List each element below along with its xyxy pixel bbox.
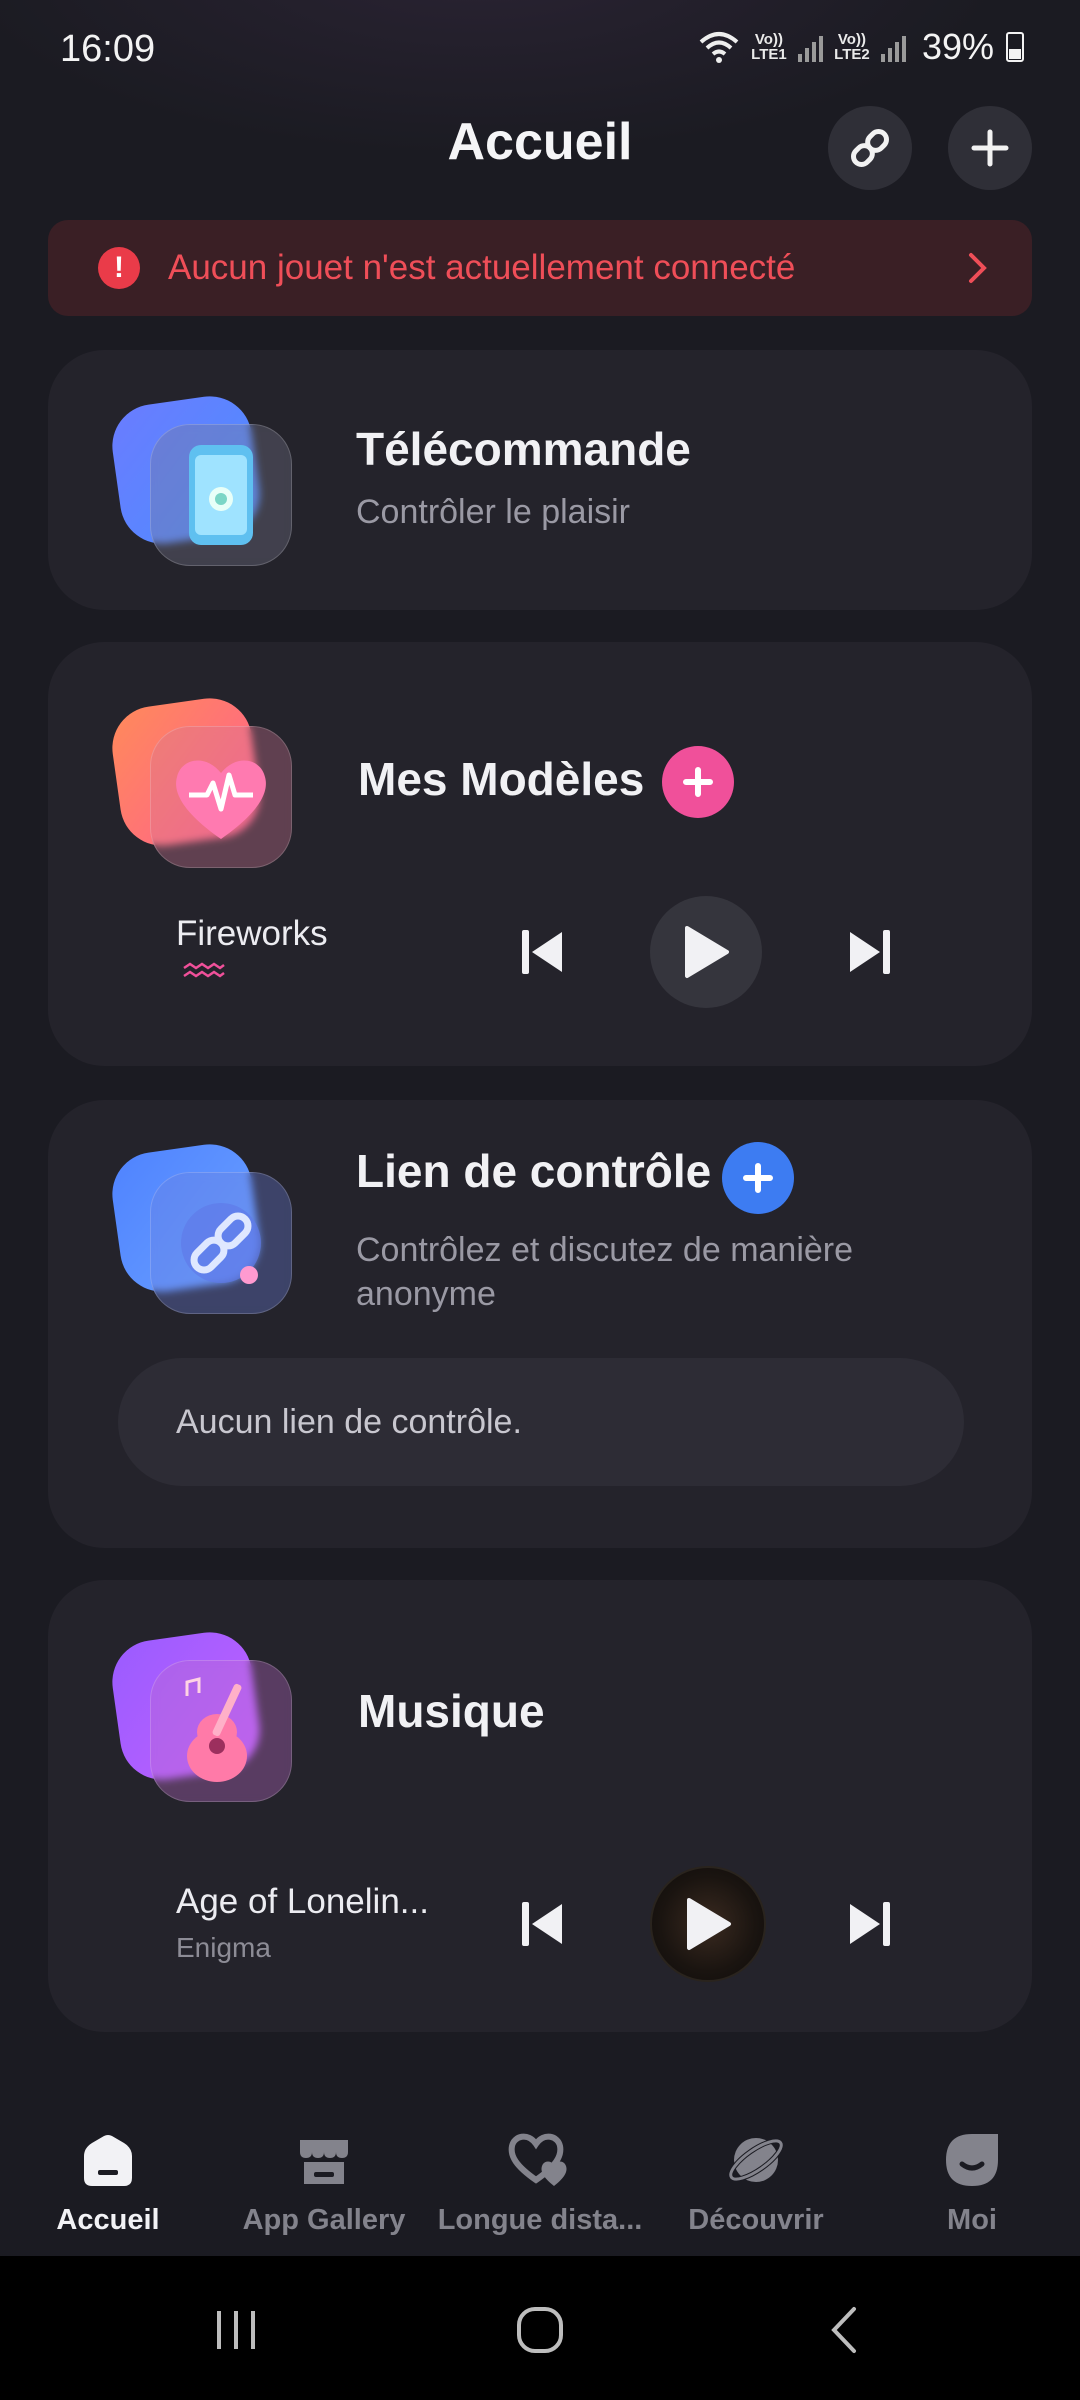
nav-item-app-gallery[interactable]: App Gallery xyxy=(216,2124,432,2237)
nav-label: Accueil xyxy=(56,2204,160,2236)
previous-icon xyxy=(522,930,562,974)
nav-item-longue-distance[interactable]: Longue dista... xyxy=(432,2124,648,2237)
next-icon xyxy=(850,930,890,974)
alert-text: Aucun jouet n'est actuellement connecté xyxy=(168,248,796,287)
warning-icon: ! xyxy=(98,247,140,289)
nav-label: App Gallery xyxy=(242,2204,406,2236)
wave-icon xyxy=(183,962,225,978)
next-icon xyxy=(850,1902,890,1946)
link-button[interactable] xyxy=(828,106,912,190)
control-link-title: Lien de contrôle xyxy=(356,1145,712,1197)
page-title: Accueil xyxy=(447,113,633,171)
battery-percent: 39% xyxy=(921,26,994,67)
system-nav-bar xyxy=(0,2256,1080,2400)
recent-apps-icon xyxy=(217,2311,255,2349)
add-pattern-button[interactable] xyxy=(662,746,734,818)
patterns-title: Mes Modèles xyxy=(358,753,645,805)
nav-item-moi[interactable]: Moi xyxy=(864,2124,1080,2237)
remote-title: Télécommande xyxy=(356,423,691,475)
plus-icon xyxy=(971,129,1009,167)
chevron-right-icon xyxy=(969,253,987,283)
previous-button[interactable] xyxy=(510,1892,574,1956)
phone-remote-icon xyxy=(106,390,296,570)
control-link-card: Lien de contrôle Contrôlez et discutez d… xyxy=(48,1100,1032,1548)
bottom-nav: Accueil App Gallery Longue dista... Déco… xyxy=(0,2102,1080,2256)
next-button[interactable] xyxy=(838,920,902,984)
link-icon xyxy=(851,129,889,167)
home-icon xyxy=(84,2135,132,2186)
heart-pulse-icon xyxy=(106,692,296,872)
play-button[interactable] xyxy=(650,896,762,1008)
add-button[interactable] xyxy=(948,106,1032,190)
face-icon xyxy=(946,2134,998,2186)
status-time: 16:09 xyxy=(60,28,156,70)
battery-icon xyxy=(1006,32,1024,62)
pattern-track-name: Fireworks xyxy=(176,914,328,953)
store-icon xyxy=(300,2140,348,2184)
patterns-card: Mes Modèles Fireworks xyxy=(48,642,1032,1066)
previous-button[interactable] xyxy=(510,920,574,984)
nav-label: Moi xyxy=(947,2204,997,2236)
signal-bars-icon xyxy=(797,32,823,62)
nav-label: Longue dista... xyxy=(437,2204,643,2236)
home-circle-icon xyxy=(517,2307,563,2353)
nav-item-accueil[interactable]: Accueil xyxy=(0,2124,216,2237)
hearts-icon xyxy=(508,2133,567,2186)
wifi-icon xyxy=(699,32,739,63)
control-link-subtitle: Contrôlez et discutez de manière anonyme xyxy=(356,1231,854,1313)
music-artist: Enigma xyxy=(176,1932,271,1963)
home-button[interactable] xyxy=(500,2300,580,2360)
plus-icon xyxy=(743,1163,773,1193)
sim2-label: Vo)) LTE2 xyxy=(834,31,870,63)
planet-icon xyxy=(728,2138,784,2182)
back-icon xyxy=(831,2307,856,2353)
play-icon xyxy=(685,926,729,978)
play-button[interactable] xyxy=(650,1866,766,1982)
status-icons: Vo)) LTE1 Vo)) LTE2 39% xyxy=(698,26,1024,68)
chain-link-icon xyxy=(106,1138,296,1318)
plus-icon xyxy=(683,767,713,797)
signal-bars-icon xyxy=(880,32,906,62)
add-control-link-button[interactable] xyxy=(722,1142,794,1214)
music-track-name: Age of Lonelin... xyxy=(176,1882,429,1921)
empty-control-link-message: Aucun lien de contrôle. xyxy=(118,1358,964,1486)
remote-control-card[interactable]: Télécommande Contrôler le plaisir xyxy=(48,350,1032,610)
status-bar: 16:09 Vo)) LTE1 Vo)) LTE2 39% xyxy=(0,0,1080,100)
nav-label: Découvrir xyxy=(688,2204,824,2236)
back-button[interactable] xyxy=(804,2300,884,2360)
next-button[interactable] xyxy=(838,1892,902,1956)
play-icon xyxy=(687,1898,731,1950)
nav-item-decouvrir[interactable]: Découvrir xyxy=(648,2124,864,2237)
guitar-icon xyxy=(106,1626,296,1806)
recent-apps-button[interactable] xyxy=(196,2300,276,2360)
remote-subtitle: Contrôler le plaisir xyxy=(356,493,630,531)
previous-icon xyxy=(522,1902,562,1946)
sim1-label: Vo)) LTE1 xyxy=(751,31,787,63)
no-toy-connected-alert[interactable]: ! Aucun jouet n'est actuellement connect… xyxy=(48,220,1032,316)
music-title: Musique xyxy=(358,1685,545,1737)
music-card: Musique Age of Lonelin... Enigma xyxy=(48,1580,1032,2032)
